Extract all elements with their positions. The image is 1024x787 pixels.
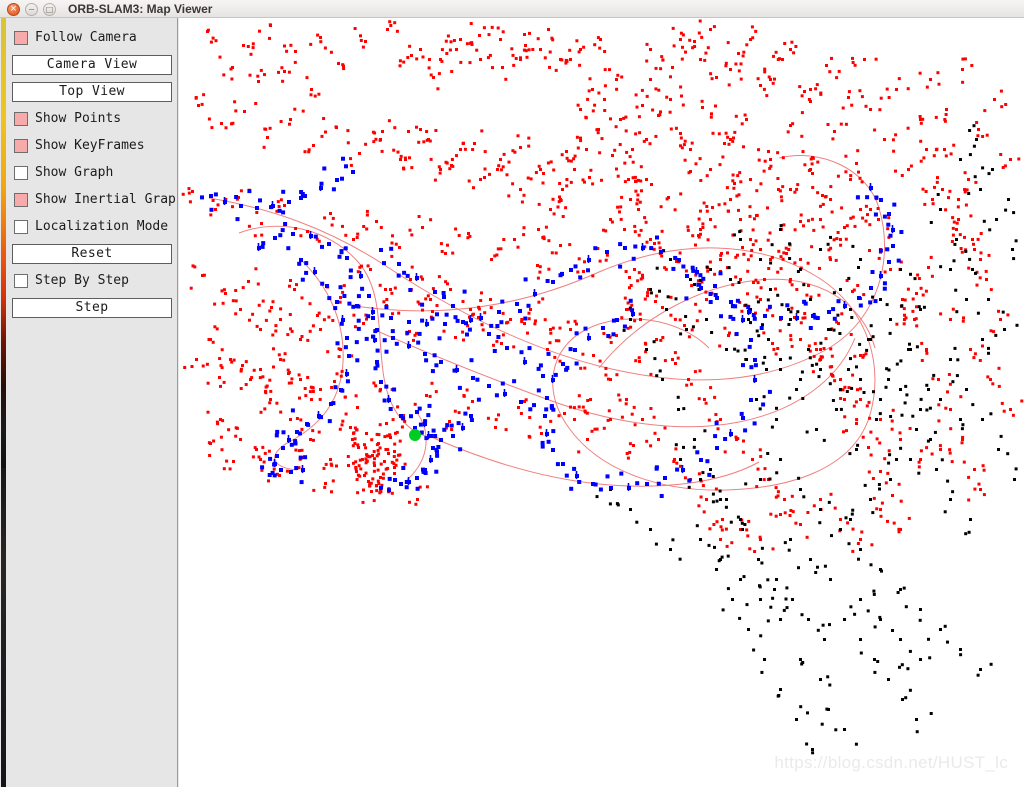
checkbox-follow-camera[interactable]: Follow Camera: [6, 25, 177, 51]
button-label-top-view: Top View: [59, 84, 125, 99]
checkbox-show-keyframes[interactable]: Show KeyFrames: [6, 133, 177, 159]
checkbox-indicator-show-inertial-graph[interactable]: [14, 193, 28, 207]
checkbox-label-show-inertial-graph: Show Inertial Graph: [35, 192, 178, 207]
keyframe-ticks: [223, 183, 894, 491]
checkbox-show-points[interactable]: Show Points: [6, 106, 177, 132]
checkbox-show-graph[interactable]: Show Graph: [6, 160, 177, 186]
trajectory-path: [374, 329, 856, 428]
close-icon[interactable]: ×: [7, 3, 20, 16]
maximize-icon[interactable]: □: [43, 3, 56, 16]
maximize-glyph: □: [45, 4, 54, 14]
current-camera-marker: [409, 429, 421, 441]
button-reset[interactable]: Reset: [6, 241, 177, 267]
button-label-reset: Reset: [71, 246, 113, 261]
checkbox-indicator-show-points[interactable]: [14, 112, 28, 126]
checkbox-step-by-step[interactable]: Step By Step: [6, 268, 177, 294]
trajectory-path: [354, 247, 876, 491]
checkbox-show-inertial-graph[interactable]: Show Inertial Graph: [6, 187, 178, 213]
button-camera-view[interactable]: Camera View: [6, 52, 177, 78]
checkbox-localization-mode[interactable]: Localization Mode: [6, 214, 177, 240]
minimize-icon[interactable]: −: [25, 3, 38, 16]
window-title: ORB-SLAM3: Map Viewer: [68, 2, 213, 16]
checkbox-label-follow-camera: Follow Camera: [35, 30, 137, 45]
minimize-glyph: −: [28, 4, 35, 14]
watermark: https://blog.csdn.net/HUST_lc: [774, 753, 1008, 772]
series-map_points_red: [181, 19, 1024, 553]
window-titlebar: × − □ ORB-SLAM3: Map Viewer: [0, 0, 1024, 18]
checkbox-label-show-keyframes: Show KeyFrames: [35, 138, 145, 153]
checkbox-label-show-points: Show Points: [35, 111, 122, 126]
checkbox-label-localization-mode: Localization Mode: [35, 219, 169, 234]
button-label-camera-view: Camera View: [46, 57, 138, 72]
checkbox-indicator-step-by-step[interactable]: [14, 274, 28, 288]
checkbox-indicator-show-keyframes[interactable]: [14, 139, 28, 153]
trajectory-path: [274, 257, 344, 471]
checkbox-label-step-by-step: Step By Step: [35, 273, 129, 288]
orb-slam3-map-viewer-window: × − □ ORB-SLAM3: Map Viewer Follow Camer…: [0, 0, 1024, 787]
trajectory-path: [208, 154, 885, 381]
series-current_camera_green: [409, 429, 421, 441]
checkbox-indicator-follow-camera[interactable]: [14, 31, 28, 45]
control-panel: Follow Camera Camera View Top View Show Poi…: [6, 18, 178, 787]
checkbox-indicator-show-graph[interactable]: [14, 166, 28, 180]
series-keyframes_blue: [200, 156, 904, 498]
map-viewport[interactable]: https://blog.csdn.net/HUST_lc: [179, 18, 1024, 787]
trajectory-path: [428, 435, 760, 487]
checkbox-indicator-localization-mode[interactable]: [14, 220, 28, 234]
button-step[interactable]: Step: [6, 295, 177, 321]
checkbox-label-show-graph: Show Graph: [35, 165, 114, 180]
button-top-view[interactable]: Top View: [6, 79, 177, 105]
close-glyph: ×: [9, 4, 18, 14]
map-point-cloud: [181, 19, 1024, 755]
button-label-step: Step: [75, 300, 109, 315]
